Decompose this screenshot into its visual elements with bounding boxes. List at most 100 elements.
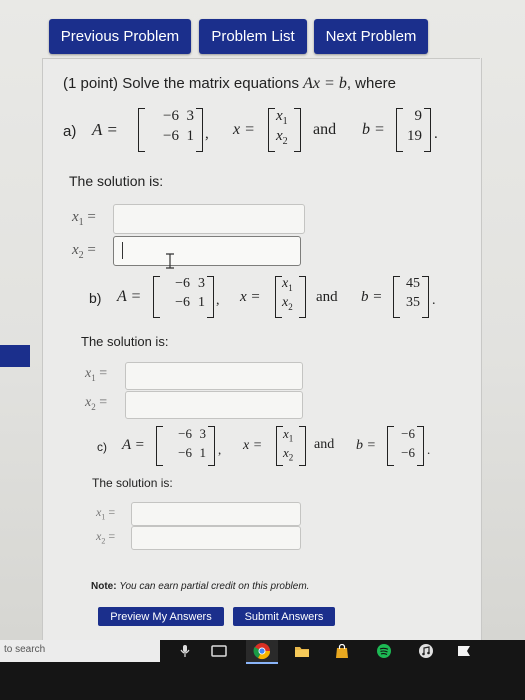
problem-list-button[interactable]: Problem List [199, 19, 307, 54]
music-icon[interactable] [414, 640, 438, 662]
part-a-b-2: 19 [407, 128, 422, 144]
part-b-x2: x2 [282, 295, 293, 312]
side-tab[interactable] [0, 345, 30, 367]
part-a-A-bracket-left [138, 108, 145, 152]
part-b-b-1: 45 [406, 276, 420, 291]
part-c-A-21: −6 [178, 445, 192, 460]
part-b-A-12: 3 [198, 276, 205, 291]
part-a-A-11: −6 [163, 108, 179, 124]
header-divider [42, 58, 480, 59]
part-c-b-1: −6 [401, 426, 415, 441]
part-b-period: . [432, 293, 436, 308]
part-b-A-11: −6 [175, 276, 190, 291]
part-c-period: . [427, 442, 431, 457]
part-c-x2-label: x2 = [96, 529, 116, 546]
part-a-A-bracket-right [196, 108, 203, 152]
part-a-solution-label: The solution is: [69, 173, 164, 189]
part-c-comma: , [218, 442, 222, 457]
problem-statement: (1 point) Solve the matrix equations Ax … [63, 75, 396, 93]
part-c-solution-label: The solution is: [92, 476, 173, 490]
part-a-x1: x1 [276, 108, 288, 127]
taskbar-search[interactable]: to search [0, 640, 160, 662]
part-b-x1: x1 [282, 276, 293, 293]
microphone-icon[interactable] [174, 640, 196, 662]
text-cursor-icon [166, 253, 174, 269]
part-b-x-eq: x = [240, 289, 261, 305]
part-b-A-bracket-right [207, 276, 214, 318]
part-a-x2-input[interactable] [113, 236, 301, 266]
spotify-icon[interactable] [372, 640, 396, 662]
problem-panel [42, 58, 482, 640]
part-b-A-eq: A = [117, 288, 142, 305]
part-a-x-bracket-left [268, 108, 275, 152]
part-c-label: c) [97, 440, 107, 454]
part-b-x-bracket-right [299, 276, 306, 318]
part-a-A-21: −6 [163, 128, 179, 144]
part-a-A-12: 3 [186, 108, 195, 124]
file-explorer-icon[interactable] [290, 640, 314, 662]
part-a-x2-label: x2 = [72, 242, 96, 261]
part-a-b-bracket-right [424, 108, 431, 152]
task-view-icon[interactable] [206, 640, 232, 662]
note-label: Note: [91, 581, 117, 592]
part-b-A-21: −6 [175, 295, 190, 310]
part-a-period: . [434, 126, 438, 142]
part-b-and: and [316, 289, 338, 305]
note-text: You can earn partial credit on this prob… [119, 581, 310, 592]
part-c-A-22: 1 [199, 445, 207, 460]
part-a-x1-input[interactable] [113, 204, 305, 234]
part-c-x1-label: x1 = [96, 505, 116, 522]
part-b-x1-input[interactable] [125, 362, 303, 390]
part-b-x-bracket-left [275, 276, 282, 318]
part-b-A-22: 1 [198, 295, 205, 310]
partial-credit-note: Note: You can earn partial credit on thi… [91, 581, 309, 592]
part-c-b-2: −6 [401, 445, 415, 460]
part-b-x2-label: x2 = [85, 395, 108, 412]
preview-answers-button[interactable]: Preview My Answers [98, 607, 224, 626]
part-b-solution-label: The solution is: [81, 334, 169, 349]
part-b-b-2: 35 [406, 295, 420, 310]
part-a-A-22: 1 [186, 128, 195, 144]
bookmark-app-icon[interactable] [452, 640, 476, 662]
part-c-b-bracket-right [417, 426, 424, 466]
part-a-label: a) [63, 123, 77, 140]
part-a-b-eq: b = [362, 121, 385, 138]
part-b-comma: , [216, 293, 220, 308]
part-a-and: and [313, 121, 337, 138]
chrome-icon[interactable] [246, 640, 278, 664]
part-c-A-11: −6 [178, 426, 192, 441]
taskbar-search-text: to search [4, 644, 46, 655]
part-c-x2: x2 [283, 445, 294, 463]
part-c-x-bracket-left [276, 426, 283, 466]
part-b-b-eq: b = [361, 289, 383, 305]
part-b-x1-label: x1 = [85, 366, 108, 383]
next-problem-button[interactable]: Next Problem [314, 19, 428, 54]
part-c-x1: x1 [283, 426, 294, 444]
part-b-b-bracket-right [422, 276, 429, 318]
part-c-b-eq: b = [356, 438, 376, 453]
part-c-x1-input[interactable] [131, 502, 301, 526]
part-b-x2-input[interactable] [125, 391, 303, 419]
part-c-x2-input[interactable] [131, 526, 301, 550]
part-c-x-eq: x = [243, 438, 263, 453]
problem-where: , where [346, 75, 397, 92]
part-c-x-bracket-right [299, 426, 306, 466]
problem-equation: Ax = b [303, 75, 347, 92]
part-a-A-eq: A = [92, 120, 118, 139]
part-a-b-1: 9 [414, 108, 423, 124]
problem-points: (1 point) Solve the matrix equations [63, 75, 299, 92]
store-icon[interactable] [330, 640, 354, 662]
part-a-x1-label: x1 = [72, 209, 96, 228]
part-b-label: b) [89, 290, 102, 306]
part-a-comma: , [205, 126, 209, 142]
part-a-x2: x2 [276, 128, 288, 147]
part-c-A-12: 3 [199, 426, 207, 441]
part-a-x-eq: x = [233, 121, 255, 138]
text-caret [122, 242, 123, 259]
submit-answers-button[interactable]: Submit Answers [233, 607, 335, 626]
part-c-A-eq: A = [122, 437, 145, 453]
screen: Previous Problem Problem List Next Probl… [0, 0, 525, 640]
part-a-x-bracket-right [294, 108, 301, 152]
taskbar: to search [0, 640, 525, 700]
previous-problem-button[interactable]: Previous Problem [49, 19, 191, 54]
